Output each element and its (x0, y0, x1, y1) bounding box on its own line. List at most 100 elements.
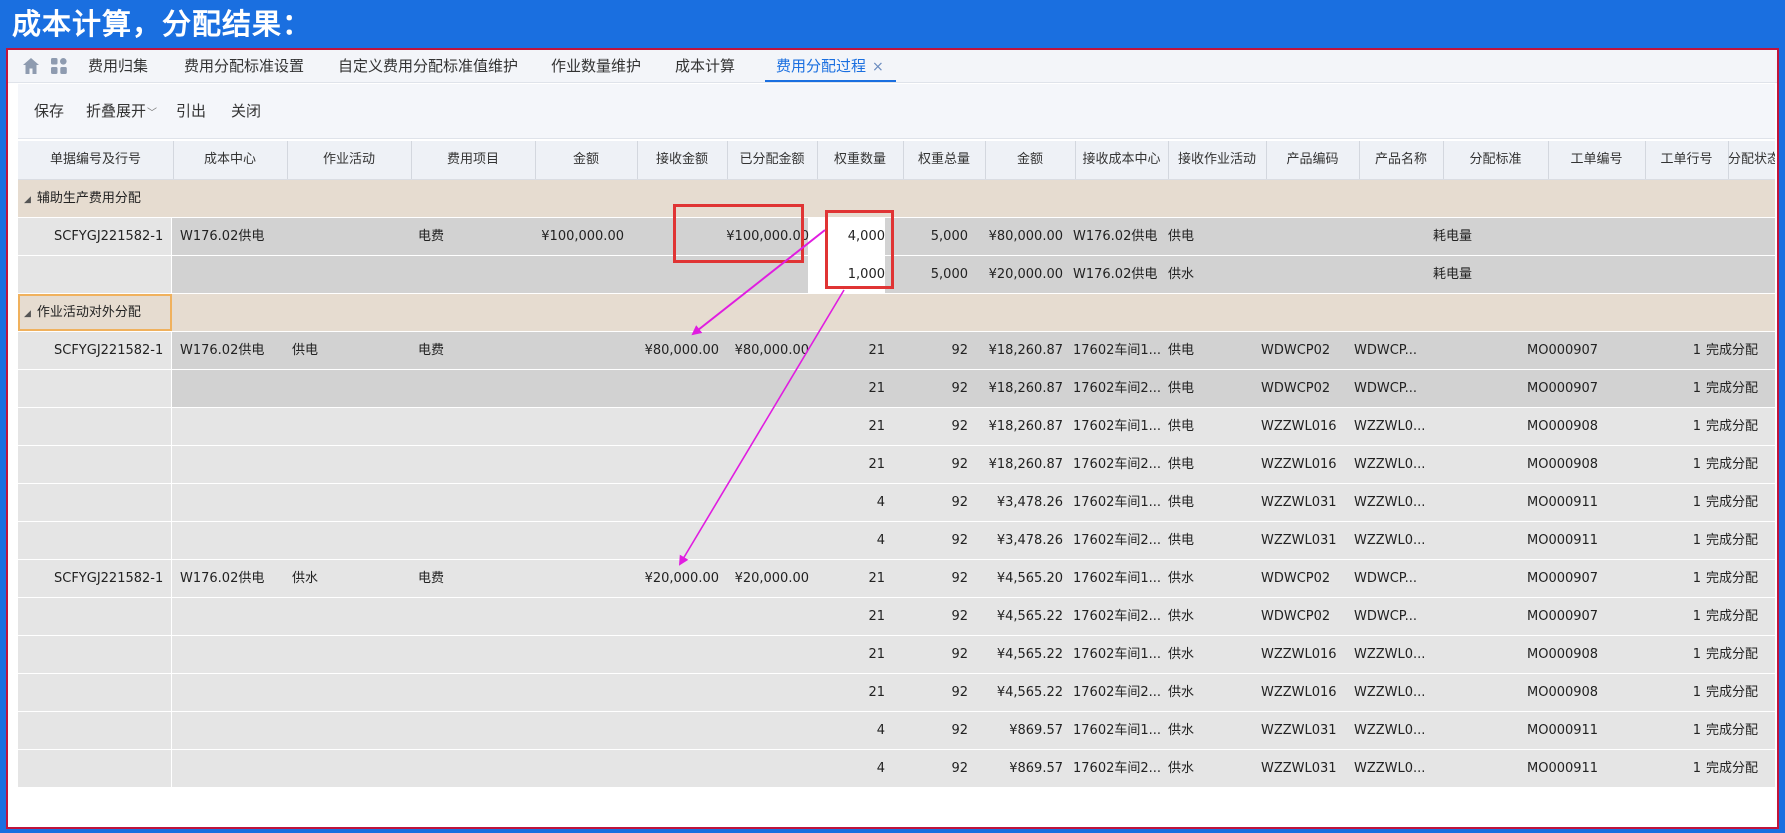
cell-recv-activity: 供电 (1168, 533, 1195, 548)
cell-product-name: WDWCP... (1354, 571, 1418, 586)
cell-recv-cost-center: 17602车间1... (1073, 723, 1162, 738)
tab-allocation-standard-settings[interactable]: 费用分配标准设置 (184, 50, 304, 82)
group-label[interactable]: ◢ 作业活动对外分配 (18, 294, 172, 331)
col-product-code-header[interactable]: 产品编码 (1266, 141, 1360, 179)
cell-weight-total: 92 (951, 571, 968, 586)
col-cost-center-header[interactable]: 成本中心 (173, 141, 288, 179)
apps-icon[interactable] (51, 58, 67, 74)
table-row[interactable]: 21 92 ¥18,260.87 17602车间1... 供电 WZZWL016 WZZWL… (18, 408, 1775, 446)
group-row-g1[interactable]: ◢ 辅助生产费用分配 (18, 180, 1775, 218)
close-button[interactable]: 关闭 (231, 100, 261, 121)
cell-amount (518, 484, 624, 521)
close-tab-icon[interactable]: × (872, 59, 884, 75)
tab-work-quantity[interactable]: 作业数量维护 (551, 50, 641, 82)
cell-amount (518, 636, 624, 673)
col-alloc-amount-header[interactable]: 金额 (985, 141, 1076, 179)
cell-allocated-amount (718, 636, 809, 673)
cell-recv-cost-center: 17602车间1... (1073, 343, 1162, 358)
col-expense-item-header[interactable]: 费用项目 (411, 141, 536, 179)
cell-product-code: WZZWL031 (1261, 495, 1337, 510)
col-weight-qty-header[interactable]: 权重数量 (817, 141, 904, 179)
save-button[interactable]: 保存 (34, 100, 64, 121)
col-alloc-status-header[interactable]: 分配状态 (1728, 141, 1775, 179)
cell-alloc-standard (1433, 522, 1513, 559)
cell-amount (518, 522, 624, 559)
cell-recv-cost-center: 17602车间1... (1073, 495, 1162, 510)
cell-product-name: WZZWL0... (1354, 533, 1426, 548)
cell-recv-cost-center: 17602车间2... (1073, 609, 1162, 624)
cell-product-code: WZZWL016 (1261, 685, 1337, 700)
col-recv-activity-header[interactable]: 接收作业活动 (1168, 141, 1267, 179)
col-weight-total-header[interactable]: 权重总量 (903, 141, 986, 179)
col-recv-cost-center-header[interactable]: 接收成本中心 (1075, 141, 1169, 179)
cell-alloc-amount: ¥4,565.22 (996, 685, 1063, 700)
tab-cost-calculation[interactable]: 成本计算 (675, 50, 735, 82)
col-allocated-amount-header[interactable]: 已分配金额 (727, 141, 818, 179)
table-row[interactable]: 4 92 ¥3,478.26 17602车间2... 供电 WZZWL031 WZZWL0.… (18, 522, 1775, 560)
cell-expense-item (418, 446, 528, 483)
cell-weight-total: 92 (951, 533, 968, 548)
cell-weight-qty[interactable]: 1,000 (814, 256, 885, 293)
col-amount-header[interactable]: 金额 (535, 141, 638, 179)
cell-expense-item: 电费 (418, 571, 445, 586)
table-row[interactable]: 4 92 ¥869.57 17602车间1... 供水 WZZWL031 WZZWL0...… (18, 712, 1775, 750)
cell-amount: ¥100,000.00 (541, 229, 624, 244)
cell-product-code (1261, 218, 1346, 255)
group-label[interactable]: ◢ 辅助生产费用分配 (18, 180, 172, 217)
cell-recv-activity: 供电 (1168, 229, 1195, 244)
col-mo-no-header[interactable]: 工单编号 (1548, 141, 1646, 179)
table-row[interactable]: 21 92 ¥18,260.87 17602车间2... 供电 WDWCP02 WDWCP.… (18, 370, 1775, 408)
tab-allocation-process[interactable]: 费用分配过程 × (765, 50, 896, 82)
table-row[interactable]: 4 92 ¥3,478.26 17602车间1... 供电 WZZWL031 WZZWL0.… (18, 484, 1775, 522)
grid-header: 单据编号及行号 成本中心 作业活动 费用项目 金额 接收金额 已分配金额 权重数量 权重总量 金额… (18, 141, 1775, 180)
cell-product-code: WZZWL031 (1261, 723, 1337, 738)
cell-weight-qty[interactable]: 4,000 (814, 218, 885, 255)
col-mo-line-header[interactable]: 工单行号 (1645, 141, 1729, 179)
table-row[interactable]: SCFYGJ221582-1 W176.02供电 电费 ¥100,000.00 ¥100… (18, 218, 1775, 256)
cell-alloc-standard (1433, 408, 1513, 445)
cell-amount (518, 256, 624, 293)
table-row[interactable]: 21 92 ¥4,565.22 17602车间2... 供水 WDWCP02 WDWCP..… (18, 598, 1775, 636)
col-activity-header[interactable]: 作业活动 (287, 141, 412, 179)
cell-weight-total: 92 (951, 495, 968, 510)
table-row[interactable]: 4 92 ¥869.57 17602车间2... 供水 WZZWL031 WZZWL0...… (18, 750, 1775, 788)
export-button[interactable]: 引出 (176, 100, 206, 121)
home-icon[interactable] (22, 57, 40, 75)
tab-custom-standard-values[interactable]: 自定义费用分配标准值维护 (338, 50, 518, 82)
cell-product-name: WZZWL0... (1354, 457, 1426, 472)
cell-alloc-standard (1433, 750, 1513, 787)
cell-mo-no: MO000907 (1527, 571, 1599, 586)
cell-recv-cost-center: 17602车间2... (1073, 685, 1162, 700)
cell-alloc-amount: ¥4,565.20 (996, 571, 1063, 586)
col-doc-no-header[interactable]: 单据编号及行号 (18, 141, 174, 179)
cell-expense-item (418, 408, 528, 445)
cell-alloc-status: 完成分配 (1706, 457, 1759, 472)
cell-alloc-amount: ¥80,000.00 (988, 229, 1063, 244)
table-row[interactable]: 21 92 ¥4,565.22 17602车间2... 供水 WZZWL016 WZZWL0… (18, 674, 1775, 712)
cell-activity: 供水 (292, 571, 319, 586)
cell-expense-item (418, 712, 528, 749)
cell-recv-cost-center: 17602车间2... (1073, 533, 1162, 548)
table-row[interactable]: 21 92 ¥18,260.87 17602车间2... 供电 WZZWL016 WZZWL… (18, 446, 1775, 484)
table-row[interactable]: 21 92 ¥4,565.22 17602车间1... 供水 WZZWL016 WZZWL0… (18, 636, 1775, 674)
cell-expense-item: 电费 (418, 343, 445, 358)
cell-weight-qty: 4 (876, 761, 885, 776)
cell-recv-activity: 供电 (1168, 343, 1195, 358)
cell-cost-center (180, 256, 290, 293)
col-received-amount-header[interactable]: 接收金额 (637, 141, 728, 179)
table-row[interactable]: SCFYGJ221582-1 W176.02供电 供电 电费 ¥80,000.00 ¥80… (18, 332, 1775, 370)
col-alloc-standard-header[interactable]: 分配标准 (1443, 141, 1549, 179)
table-row[interactable]: SCFYGJ221582-1 W176.02供电 供水 电费 ¥20,000.00 ¥20… (18, 560, 1775, 598)
cell-mo-line: 1 (1692, 761, 1701, 776)
col-product-name-header[interactable]: 产品名称 (1359, 141, 1444, 179)
cell-activity (292, 408, 402, 445)
table-row[interactable]: 1,000 5,000 ¥20,000.00 W176.02供电 供水 耗电量 (18, 256, 1775, 294)
group-row-g2[interactable]: ◢ 作业活动对外分配 (18, 294, 1775, 332)
expand-triangle-icon[interactable]: ◢ (24, 195, 31, 205)
cell-mo-line: 1 (1692, 419, 1701, 434)
expand-triangle-icon[interactable]: ◢ (24, 309, 31, 319)
collapse-expand-button[interactable]: 折叠展开﹀ (86, 100, 157, 121)
cell-mo-no: MO000907 (1527, 343, 1599, 358)
cell-amount (518, 370, 624, 407)
tab-cost-collection[interactable]: 费用归集 (88, 50, 148, 82)
